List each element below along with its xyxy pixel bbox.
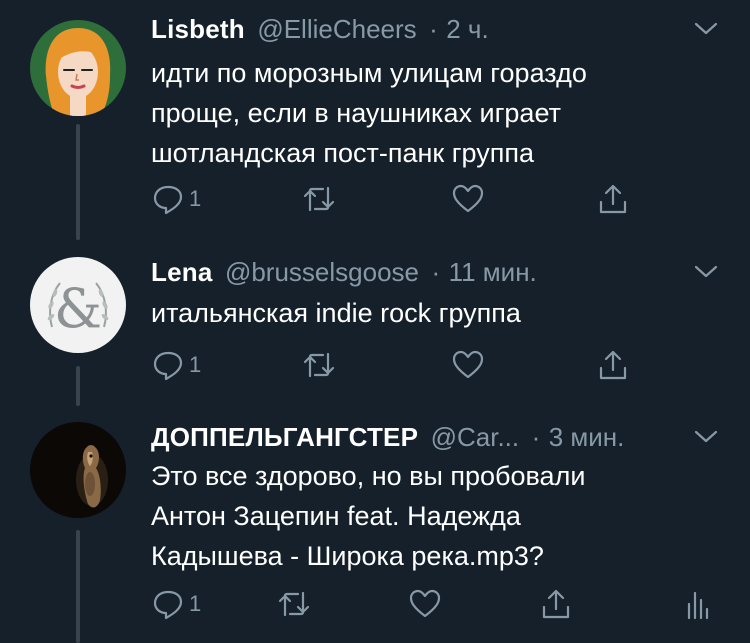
tweet-header: Lena @brusselsgoose · 11 мин. bbox=[151, 257, 720, 289]
thread-line bbox=[76, 530, 80, 643]
tweet[interactable]: Lisbeth @EllieCheers · 2 ч. идти по моро… bbox=[0, 0, 750, 240]
analytics-button[interactable] bbox=[685, 586, 711, 622]
avatar[interactable]: & bbox=[30, 257, 126, 353]
retweet-icon bbox=[303, 352, 335, 378]
reply-count: 1 bbox=[189, 186, 202, 211]
tweet-text: итальянская indie rock группа bbox=[151, 293, 721, 333]
separator-dot: · bbox=[431, 257, 441, 287]
tweet-text-line: Кадышева - Широка река.mp3? bbox=[151, 541, 544, 571]
thread-line bbox=[76, 230, 80, 240]
tweet[interactable]: & Lena @brusselsgoose · 11 мин. итальянс… bbox=[0, 230, 750, 406]
ampersand-wreath-avatar: & bbox=[30, 257, 126, 353]
tweet[interactable]: ДОППЕЛЬГАНГСТЕР @Car... · 3 мин. Это все… bbox=[0, 374, 750, 643]
username[interactable]: @Car... bbox=[431, 422, 520, 452]
tweet-text: идти по морозным улицам гораздо проще, е… bbox=[151, 53, 721, 173]
share-icon bbox=[599, 184, 627, 214]
chevron-down-icon[interactable] bbox=[692, 259, 720, 283]
like-icon bbox=[452, 350, 484, 379]
share-button[interactable] bbox=[539, 586, 573, 622]
share-icon bbox=[599, 350, 627, 380]
tweet-text-line: Антон Зацепин feat. Надежда bbox=[151, 501, 521, 531]
username[interactable]: @brusselsgoose bbox=[225, 257, 419, 287]
tweet-text: Это все здорово, но вы пробовали Антон З… bbox=[151, 456, 721, 576]
retweet-button[interactable] bbox=[276, 586, 312, 622]
reply-count: 1 bbox=[189, 591, 202, 616]
avatar[interactable] bbox=[30, 422, 126, 518]
reply-icon bbox=[153, 185, 183, 215]
share-button[interactable] bbox=[596, 181, 630, 217]
separator-dot: · bbox=[429, 14, 438, 44]
username[interactable]: @EllieCheers bbox=[257, 14, 416, 44]
chevron-down-icon[interactable] bbox=[692, 424, 720, 448]
timestamp[interactable]: 3 мин. bbox=[549, 422, 625, 452]
retweet-button[interactable] bbox=[301, 347, 337, 383]
tweet-actions: 1 bbox=[151, 586, 721, 622]
like-button[interactable] bbox=[451, 347, 485, 383]
thread-line bbox=[76, 374, 80, 390]
tweet-header: ДОППЕЛЬГАНГСТЕР @Car... · 3 мин. bbox=[151, 422, 720, 454]
tweet-text-line: проще, если в наушниках играет bbox=[151, 98, 561, 128]
reply-button[interactable]: 1 bbox=[151, 586, 201, 622]
red-haired-woman-illustration-avatar bbox=[30, 20, 126, 116]
reply-button[interactable]: 1 bbox=[151, 181, 201, 217]
chevron-down-icon[interactable] bbox=[692, 16, 720, 40]
share-button[interactable] bbox=[596, 347, 630, 383]
tweet-header: Lisbeth @EllieCheers · 2 ч. bbox=[151, 14, 720, 46]
tweet-text-line: итальянская indie rock группа bbox=[151, 298, 521, 328]
like-icon bbox=[409, 589, 441, 618]
tweet-thread: Lisbeth @EllieCheers · 2 ч. идти по моро… bbox=[0, 0, 750, 643]
svg-text:&: & bbox=[54, 277, 102, 340]
tweet-text-line: идти по морозным улицам гораздо bbox=[151, 58, 587, 88]
tweet-text-line: Это все здорово, но вы пробовали bbox=[151, 461, 586, 491]
analytics-icon bbox=[687, 591, 709, 620]
display-name[interactable]: ДОППЕЛЬГАНГСТЕР bbox=[151, 422, 418, 452]
separator-dot: · bbox=[531, 422, 541, 452]
reply-count: 1 bbox=[189, 352, 202, 377]
dog-in-dark-avatar bbox=[30, 422, 126, 518]
retweet-icon bbox=[278, 591, 310, 617]
reply-button[interactable]: 1 bbox=[151, 347, 201, 383]
retweet-button[interactable] bbox=[301, 181, 337, 217]
like-button[interactable] bbox=[408, 586, 442, 622]
tweet-text-line: шотландская пост-панк группа bbox=[151, 138, 535, 168]
like-icon bbox=[452, 184, 484, 213]
tweet-actions: 1 bbox=[151, 347, 721, 383]
avatar[interactable] bbox=[30, 20, 126, 116]
display-name[interactable]: Lena bbox=[151, 257, 212, 287]
timestamp[interactable]: 2 ч. bbox=[446, 14, 488, 44]
timestamp[interactable]: 11 мин. bbox=[449, 257, 537, 287]
reply-icon bbox=[153, 351, 183, 381]
tweet-actions: 1 bbox=[151, 181, 721, 217]
like-button[interactable] bbox=[451, 181, 485, 217]
reply-icon bbox=[153, 590, 183, 620]
thread-line bbox=[76, 124, 80, 240]
share-icon bbox=[542, 589, 570, 619]
retweet-icon bbox=[303, 186, 335, 212]
display-name[interactable]: Lisbeth bbox=[151, 14, 245, 44]
